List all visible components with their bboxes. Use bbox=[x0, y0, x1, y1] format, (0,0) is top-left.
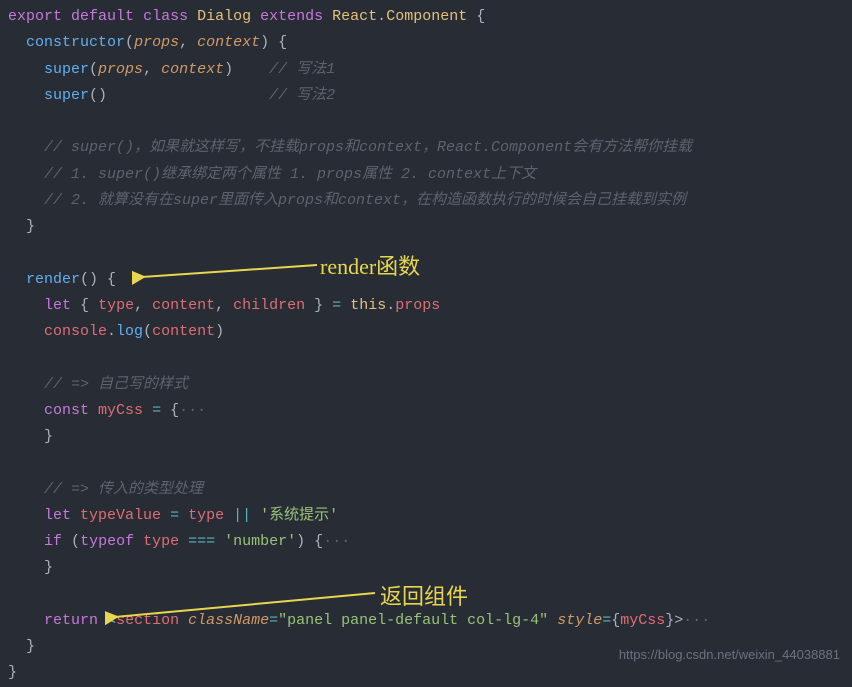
code-line: let { type, content, children } = this.p… bbox=[8, 293, 852, 319]
comment: // 2. 就算没有在super里面传入props和context，在构造函数执… bbox=[44, 192, 686, 209]
attr-classname: className bbox=[188, 612, 269, 629]
code-line: // => 自己写的样式 bbox=[8, 372, 852, 398]
var-content: content bbox=[152, 297, 215, 314]
param-context: context bbox=[197, 34, 260, 51]
tag-section: section bbox=[116, 612, 179, 629]
var-mycss: myCss bbox=[620, 612, 665, 629]
code-line: // super()，如果就这样写，不挂载props和context，React… bbox=[8, 135, 852, 161]
comment: // => 传入的类型处理 bbox=[44, 481, 203, 498]
code-line bbox=[8, 240, 852, 266]
keyword-extends: extends bbox=[260, 8, 323, 25]
prop-props: props bbox=[395, 297, 440, 314]
keyword-class: class bbox=[143, 8, 188, 25]
code-line: // => 传入的类型处理 bbox=[8, 477, 852, 503]
arg-props: props bbox=[98, 61, 143, 78]
code-line bbox=[8, 450, 852, 476]
annotation-return: 返回组件 bbox=[380, 578, 468, 617]
keyword-const: const bbox=[44, 402, 89, 419]
arg-content: content bbox=[152, 323, 215, 340]
keyword-export: export bbox=[8, 8, 62, 25]
code-line: let typeValue = type || '系统提示' bbox=[8, 503, 852, 529]
comment: // 1. super()继承绑定两个属性 1. props属性 2. cont… bbox=[44, 166, 536, 183]
var-typevalue: typeValue bbox=[80, 507, 161, 524]
var-mycss: myCss bbox=[98, 402, 143, 419]
var-type: type bbox=[188, 507, 224, 524]
code-line: } bbox=[8, 214, 852, 240]
fn-constructor: constructor bbox=[26, 34, 125, 51]
keyword-let: let bbox=[44, 297, 71, 314]
annotation-render: render函数 bbox=[320, 248, 420, 287]
var-children: children bbox=[233, 297, 305, 314]
fold-ellipsis[interactable]: ··· bbox=[179, 402, 206, 419]
code-line: if (typeof type === 'number') {··· bbox=[8, 529, 852, 555]
code-line: // 1. super()继承绑定两个属性 1. props属性 2. cont… bbox=[8, 162, 852, 188]
comment: // 写法2 bbox=[269, 87, 335, 104]
code-line: super() // 写法2 bbox=[8, 83, 852, 109]
code-line: // 2. 就算没有在super里面传入props和context，在构造函数执… bbox=[8, 188, 852, 214]
fn-render: render bbox=[26, 271, 80, 288]
fn-super: super bbox=[44, 87, 89, 104]
code-line: export default class Dialog extends Reac… bbox=[8, 4, 852, 30]
class-component: Component bbox=[386, 8, 467, 25]
code-line: constructor(props, context) { bbox=[8, 30, 852, 56]
comment: // => 自己写的样式 bbox=[44, 376, 188, 393]
fn-log: log bbox=[116, 323, 143, 340]
var-type: type bbox=[98, 297, 134, 314]
class-react: React bbox=[332, 8, 377, 25]
this: this bbox=[350, 297, 386, 314]
var-type: type bbox=[143, 533, 179, 550]
keyword-default: default bbox=[71, 8, 134, 25]
watermark: https://blog.csdn.net/weixin_44038881 bbox=[619, 644, 840, 667]
fold-ellipsis[interactable]: ··· bbox=[683, 612, 710, 629]
attr-style: style bbox=[557, 612, 602, 629]
console: console bbox=[44, 323, 107, 340]
param-props: props bbox=[134, 34, 179, 51]
arg-context: context bbox=[161, 61, 224, 78]
fn-super: super bbox=[44, 61, 89, 78]
code-line: console.log(content) bbox=[8, 319, 852, 345]
code-line: render() { bbox=[8, 267, 852, 293]
comment: // super()，如果就这样写，不挂载props和context，React… bbox=[44, 139, 692, 156]
fold-ellipsis[interactable]: ··· bbox=[323, 533, 350, 550]
comment: // 写法1 bbox=[269, 61, 335, 78]
keyword-return: return bbox=[44, 612, 98, 629]
keyword-let: let bbox=[44, 507, 71, 524]
code-line bbox=[8, 109, 852, 135]
code-line bbox=[8, 345, 852, 371]
code-line: const myCss = {··· bbox=[8, 398, 852, 424]
class-dialog: Dialog bbox=[197, 8, 251, 25]
keyword-typeof: typeof bbox=[80, 533, 134, 550]
keyword-if: if bbox=[44, 533, 62, 550]
string: '系统提示' bbox=[260, 507, 338, 524]
string: 'number' bbox=[224, 533, 296, 550]
code-line: } bbox=[8, 424, 852, 450]
code-line: super(props, context) // 写法1 bbox=[8, 57, 852, 83]
